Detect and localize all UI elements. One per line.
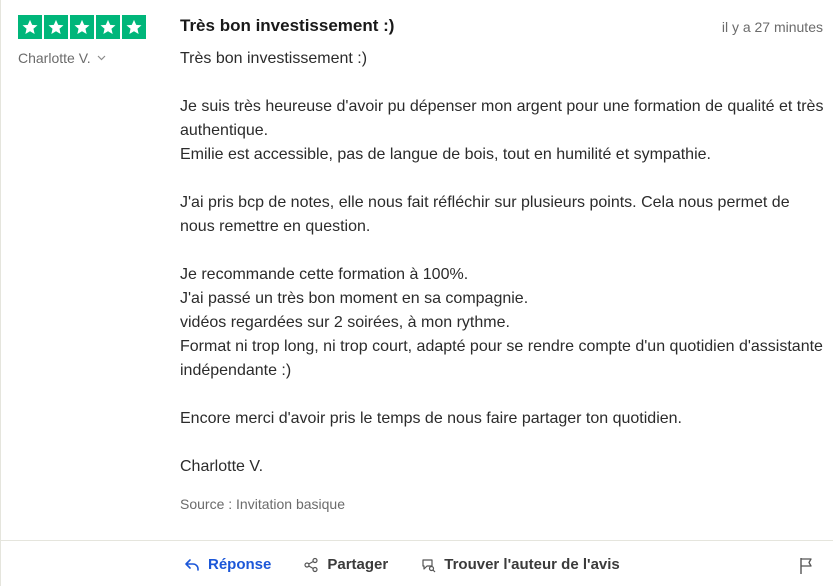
author-name: Charlotte V. — [18, 50, 91, 66]
review-actions: Réponse Partager Trouver l'auteur de l'a… — [184, 556, 652, 573]
star-icon — [96, 15, 120, 39]
review-body: Très bon investissement :) Je suis très h… — [180, 47, 828, 479]
star-icon — [18, 15, 42, 39]
review-body-line: J'ai passé un très bon moment en sa comp… — [180, 290, 529, 307]
review-body-line: Très bon investissement :) — [180, 50, 368, 67]
review-card: Charlotte V. Très bon investissement :) … — [0, 0, 833, 586]
star-icon — [44, 15, 68, 39]
star-rating — [18, 15, 146, 39]
review-body-line: Je recommande cette formation à 100%. — [180, 266, 469, 283]
author-dropdown[interactable]: Charlotte V. — [18, 50, 106, 66]
review-body-line: J'ai pris bcp de notes, elle nous fait r… — [180, 194, 790, 235]
review-body-line: Encore merci d'avoir pris le temps de no… — [180, 410, 682, 427]
reply-button[interactable]: Réponse — [184, 556, 271, 573]
share-label: Partager — [327, 556, 389, 573]
review-title[interactable]: Très bon investissement :) — [180, 16, 394, 36]
review-body-line: Emilie est accessible, pas de langue de … — [180, 146, 711, 163]
chevron-down-icon — [97, 53, 106, 64]
reply-label: Réponse — [208, 556, 272, 573]
divider — [1, 540, 833, 541]
review-source: Source : Invitation basique — [180, 496, 345, 512]
review-body-line: Charlotte V. — [180, 458, 264, 475]
review-body-line: vidéos regardées sur 2 soirées, à mon ry… — [180, 314, 510, 331]
find-author-button[interactable]: Trouver l'auteur de l'avis — [420, 556, 620, 573]
star-icon — [122, 15, 146, 39]
find-author-icon — [422, 558, 436, 572]
share-icon — [304, 557, 318, 572]
star-icon — [70, 15, 94, 39]
review-time: il y a 27 minutes — [721, 19, 823, 35]
review-body-line: Format ni trop long, ni trop court, adap… — [180, 338, 823, 379]
flag-icon[interactable] — [799, 557, 815, 575]
review-body-line: Je suis très heureuse d'avoir pu dépense… — [180, 98, 824, 139]
reply-icon — [185, 558, 199, 571]
find-author-label: Trouver l'auteur de l'avis — [444, 556, 620, 573]
share-button[interactable]: Partager — [303, 556, 388, 573]
